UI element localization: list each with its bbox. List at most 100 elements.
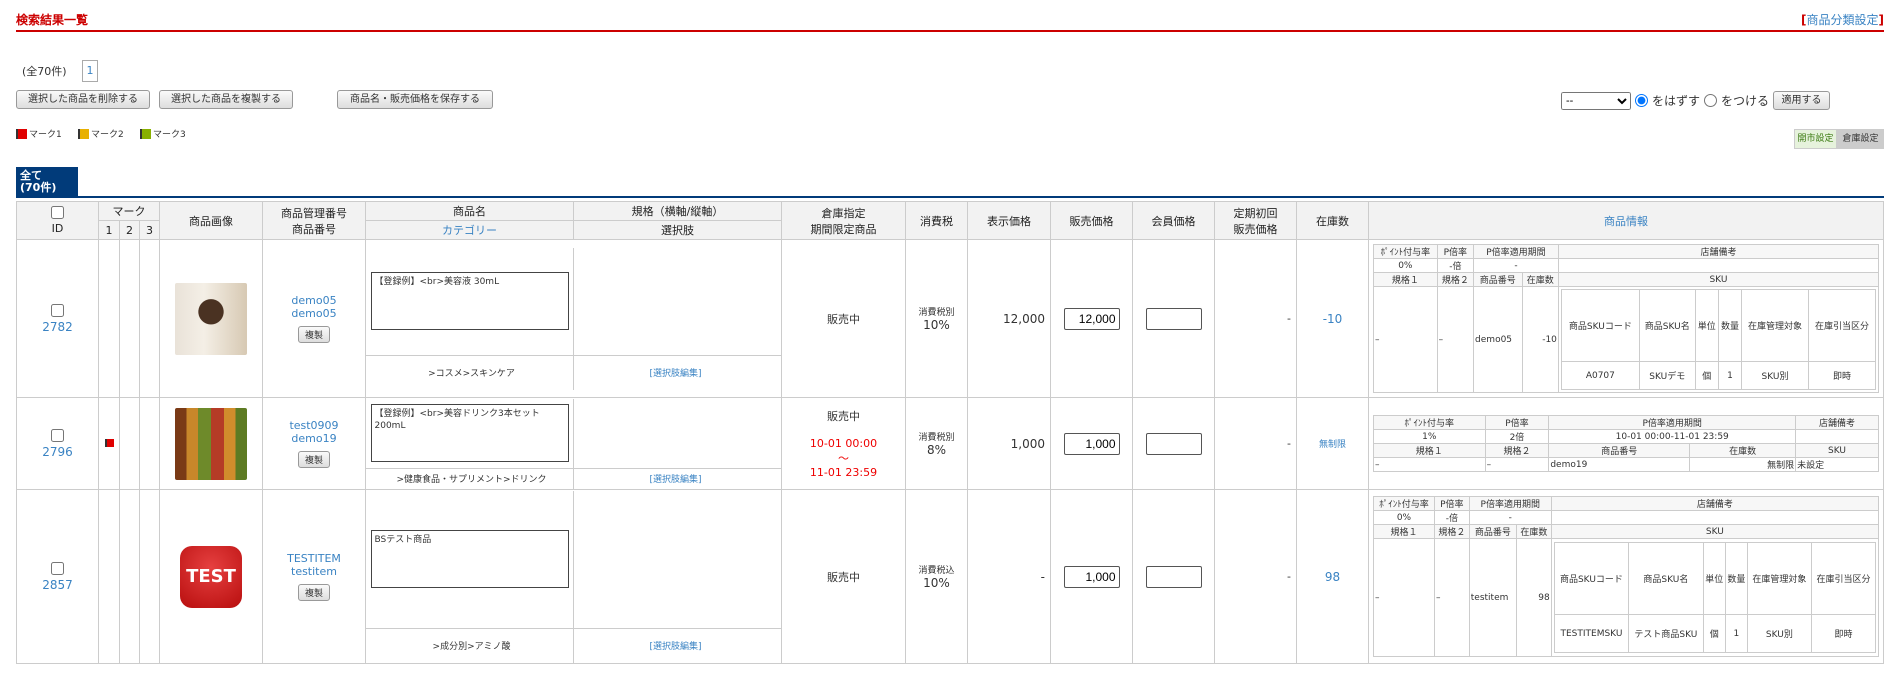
member-price-cell <box>1132 397 1215 490</box>
col-mark-3: 3 <box>139 220 160 240</box>
mgmt-number-link[interactable]: demo05 <box>291 294 336 307</box>
col-info: 商品情報 <box>1368 201 1884 240</box>
subscription-price: - <box>1214 489 1297 664</box>
copy-button[interactable]: 複製 <box>297 584 330 601</box>
category-settings-link[interactable]: 商品分類設定 <box>1807 13 1879 27</box>
category-path: >コスメ>スキンケア <box>366 355 574 390</box>
mark-cell[interactable] <box>119 239 140 398</box>
select-all-checkbox[interactable] <box>51 206 64 219</box>
table-row: 2796 test0909 demo19 複製 【登録例】<br>美容ドリンク3本セ… <box>16 397 1884 490</box>
col-warehouse: 倉庫指定 期間限定商品 <box>781 201 906 240</box>
edit-choice-link[interactable]: [選択肢編集] <box>649 475 701 485</box>
info-table: ﾎﾟｲﾝﾄ付与率 P倍率 P倍率適用期間 店舗備考 0% -倍 - 規格１ 規格２ 商品番号在… <box>1373 496 1880 657</box>
mark-cell[interactable] <box>119 397 140 490</box>
edit-choice-link[interactable]: [選択肢編集] <box>649 642 701 652</box>
copy-button[interactable]: 複製 <box>297 326 330 343</box>
product-code-link[interactable]: testitem <box>291 565 337 578</box>
col-id: ID <box>16 201 99 240</box>
product-table: ID マーク 商品画像 商品管理番号 商品番号 商品名 規格（横軸/縦軸） 倉庫指… <box>16 201 1884 664</box>
mark-cell[interactable] <box>139 239 160 398</box>
col-member-price: 会員価格 <box>1132 201 1215 240</box>
row-checkbox[interactable] <box>51 561 64 575</box>
info-table: ﾎﾟｲﾝﾄ付与率 P倍率 P倍率適用期間 店舗備考 1% 2倍 10-01 00:00-1… <box>1373 415 1879 472</box>
yellow-flag-icon <box>78 128 89 139</box>
info-cell: ﾎﾟｲﾝﾄ付与率 P倍率 P倍率適用期間 店舗備考 0% -倍 - 規格１ 規格２ 商品番号在… <box>1368 239 1884 398</box>
mgmt-cell: test0909 demo19 複製 <box>262 397 366 490</box>
product-id-link[interactable]: 2782 <box>42 320 73 334</box>
member-price-input[interactable] <box>1145 565 1202 588</box>
mark-cell[interactable] <box>119 489 140 664</box>
row-id-cell: 2796 <box>16 397 99 490</box>
col-mark-2: 2 <box>119 220 140 240</box>
copy-button[interactable]: 複製 <box>297 451 330 468</box>
mgmt-number-link[interactable]: TESTITEM <box>287 552 341 565</box>
page-header: 検索結果一覧 [商品分類設定] <box>16 8 1884 32</box>
row-id-cell: 2857 <box>16 489 99 664</box>
image-cell <box>159 239 263 398</box>
save-name-price-button[interactable]: 商品名・販売価格を保存する <box>337 90 493 109</box>
tax-cell: 消費税別 8% <box>905 397 968 490</box>
product-image-serum <box>175 282 247 355</box>
delete-selected-button[interactable]: 選択した商品を削除する <box>16 90 150 109</box>
mark-select[interactable]: -- <box>1560 91 1631 110</box>
tab-all[interactable]: 全て (70件) <box>16 167 78 196</box>
sale-price-input[interactable] <box>1063 432 1120 455</box>
col-name: 商品名 <box>365 201 574 221</box>
product-code-link[interactable]: demo19 <box>291 432 336 445</box>
apply-button[interactable]: 適用する <box>1773 91 1830 110</box>
member-price-input[interactable] <box>1145 432 1202 455</box>
mark-cell[interactable] <box>98 239 120 398</box>
toggle-market[interactable]: 開市設定 <box>1794 129 1837 149</box>
edit-choice-link[interactable]: [選択肢編集] <box>649 369 701 379</box>
product-name-input[interactable]: 【登録例】<br>美容ドリンク3本セット 200mL <box>370 404 569 463</box>
name-spec-cell: BSテスト商品 >成分別>アミノ酸 [選択肢編集] <box>365 489 782 664</box>
col-mark: マーク <box>98 201 160 221</box>
mark-cell[interactable] <box>98 397 120 490</box>
category-path: >成分別>アミノ酸 <box>366 628 574 663</box>
mgmt-number-link[interactable]: test0909 <box>289 419 338 432</box>
stock-link[interactable]: -10 <box>1323 312 1343 326</box>
mark-cell[interactable] <box>139 489 160 664</box>
product-code-link[interactable]: demo05 <box>291 307 336 320</box>
product-name-input[interactable]: 【登録例】<br>美容液 30mL <box>370 272 569 331</box>
radio-remove-mark[interactable] <box>1634 94 1648 107</box>
category-path: >健康食品・サプリメント>ドリンク <box>366 468 574 489</box>
sale-price-input[interactable] <box>1063 565 1120 588</box>
tab-underline <box>16 196 1884 198</box>
product-image-drinks <box>175 407 247 480</box>
copy-selected-button[interactable]: 選択した商品を複製する <box>159 90 293 109</box>
mark-cell[interactable] <box>139 397 160 490</box>
red-flag-icon <box>104 439 114 447</box>
product-id-link[interactable]: 2857 <box>42 578 73 592</box>
stock-link[interactable]: 無制限 <box>1319 440 1346 450</box>
col-choice: 選択肢 <box>573 220 782 240</box>
result-count: (全70件) <box>22 65 67 78</box>
mark-cell[interactable] <box>98 489 120 664</box>
product-id-link[interactable]: 2796 <box>42 445 73 459</box>
col-mark-1: 1 <box>98 220 120 240</box>
table-row: 2857 TEST TESTITEM testitem 複製 BSテスト商品 >成分… <box>16 489 1884 664</box>
col-image: 商品画像 <box>159 201 263 240</box>
member-price-input[interactable] <box>1145 307 1202 330</box>
name-spec-cell: 【登録例】<br>美容ドリンク3本セット 200mL >健康食品・サプリメント>… <box>365 397 782 490</box>
col-sale-price: 販売価格 <box>1050 201 1133 240</box>
col-spec: 規格（横軸/縦軸） <box>573 201 782 221</box>
category-settings: [商品分類設定] <box>1801 13 1884 27</box>
product-name-input[interactable]: BSテスト商品 <box>370 530 569 589</box>
name-spec-cell: 【登録例】<br>美容液 30mL >コスメ>スキンケア [選択肢編集] <box>365 239 782 398</box>
row-checkbox[interactable] <box>51 428 64 442</box>
radio-add-mark[interactable] <box>1703 94 1717 107</box>
sale-price-cell <box>1050 397 1133 490</box>
sale-price-cell <box>1050 489 1133 664</box>
toggle-warehouse[interactable]: 倉庫設定 <box>1837 129 1884 149</box>
sale-price-input[interactable] <box>1063 307 1120 330</box>
stock-link[interactable]: 98 <box>1325 570 1340 584</box>
status-cell: 販売中 10-01 00:00 〜 11-01 23:59 <box>781 397 906 490</box>
col-mgmt: 商品管理番号 商品番号 <box>262 201 366 240</box>
stock-cell: -10 <box>1296 239 1369 398</box>
page-link-1[interactable]: 1 <box>82 60 98 82</box>
status-cell: 販売中 <box>781 489 906 664</box>
row-checkbox[interactable] <box>51 303 64 317</box>
subscription-price: - <box>1214 239 1297 398</box>
tax-cell: 消費税込 10% <box>905 489 968 664</box>
